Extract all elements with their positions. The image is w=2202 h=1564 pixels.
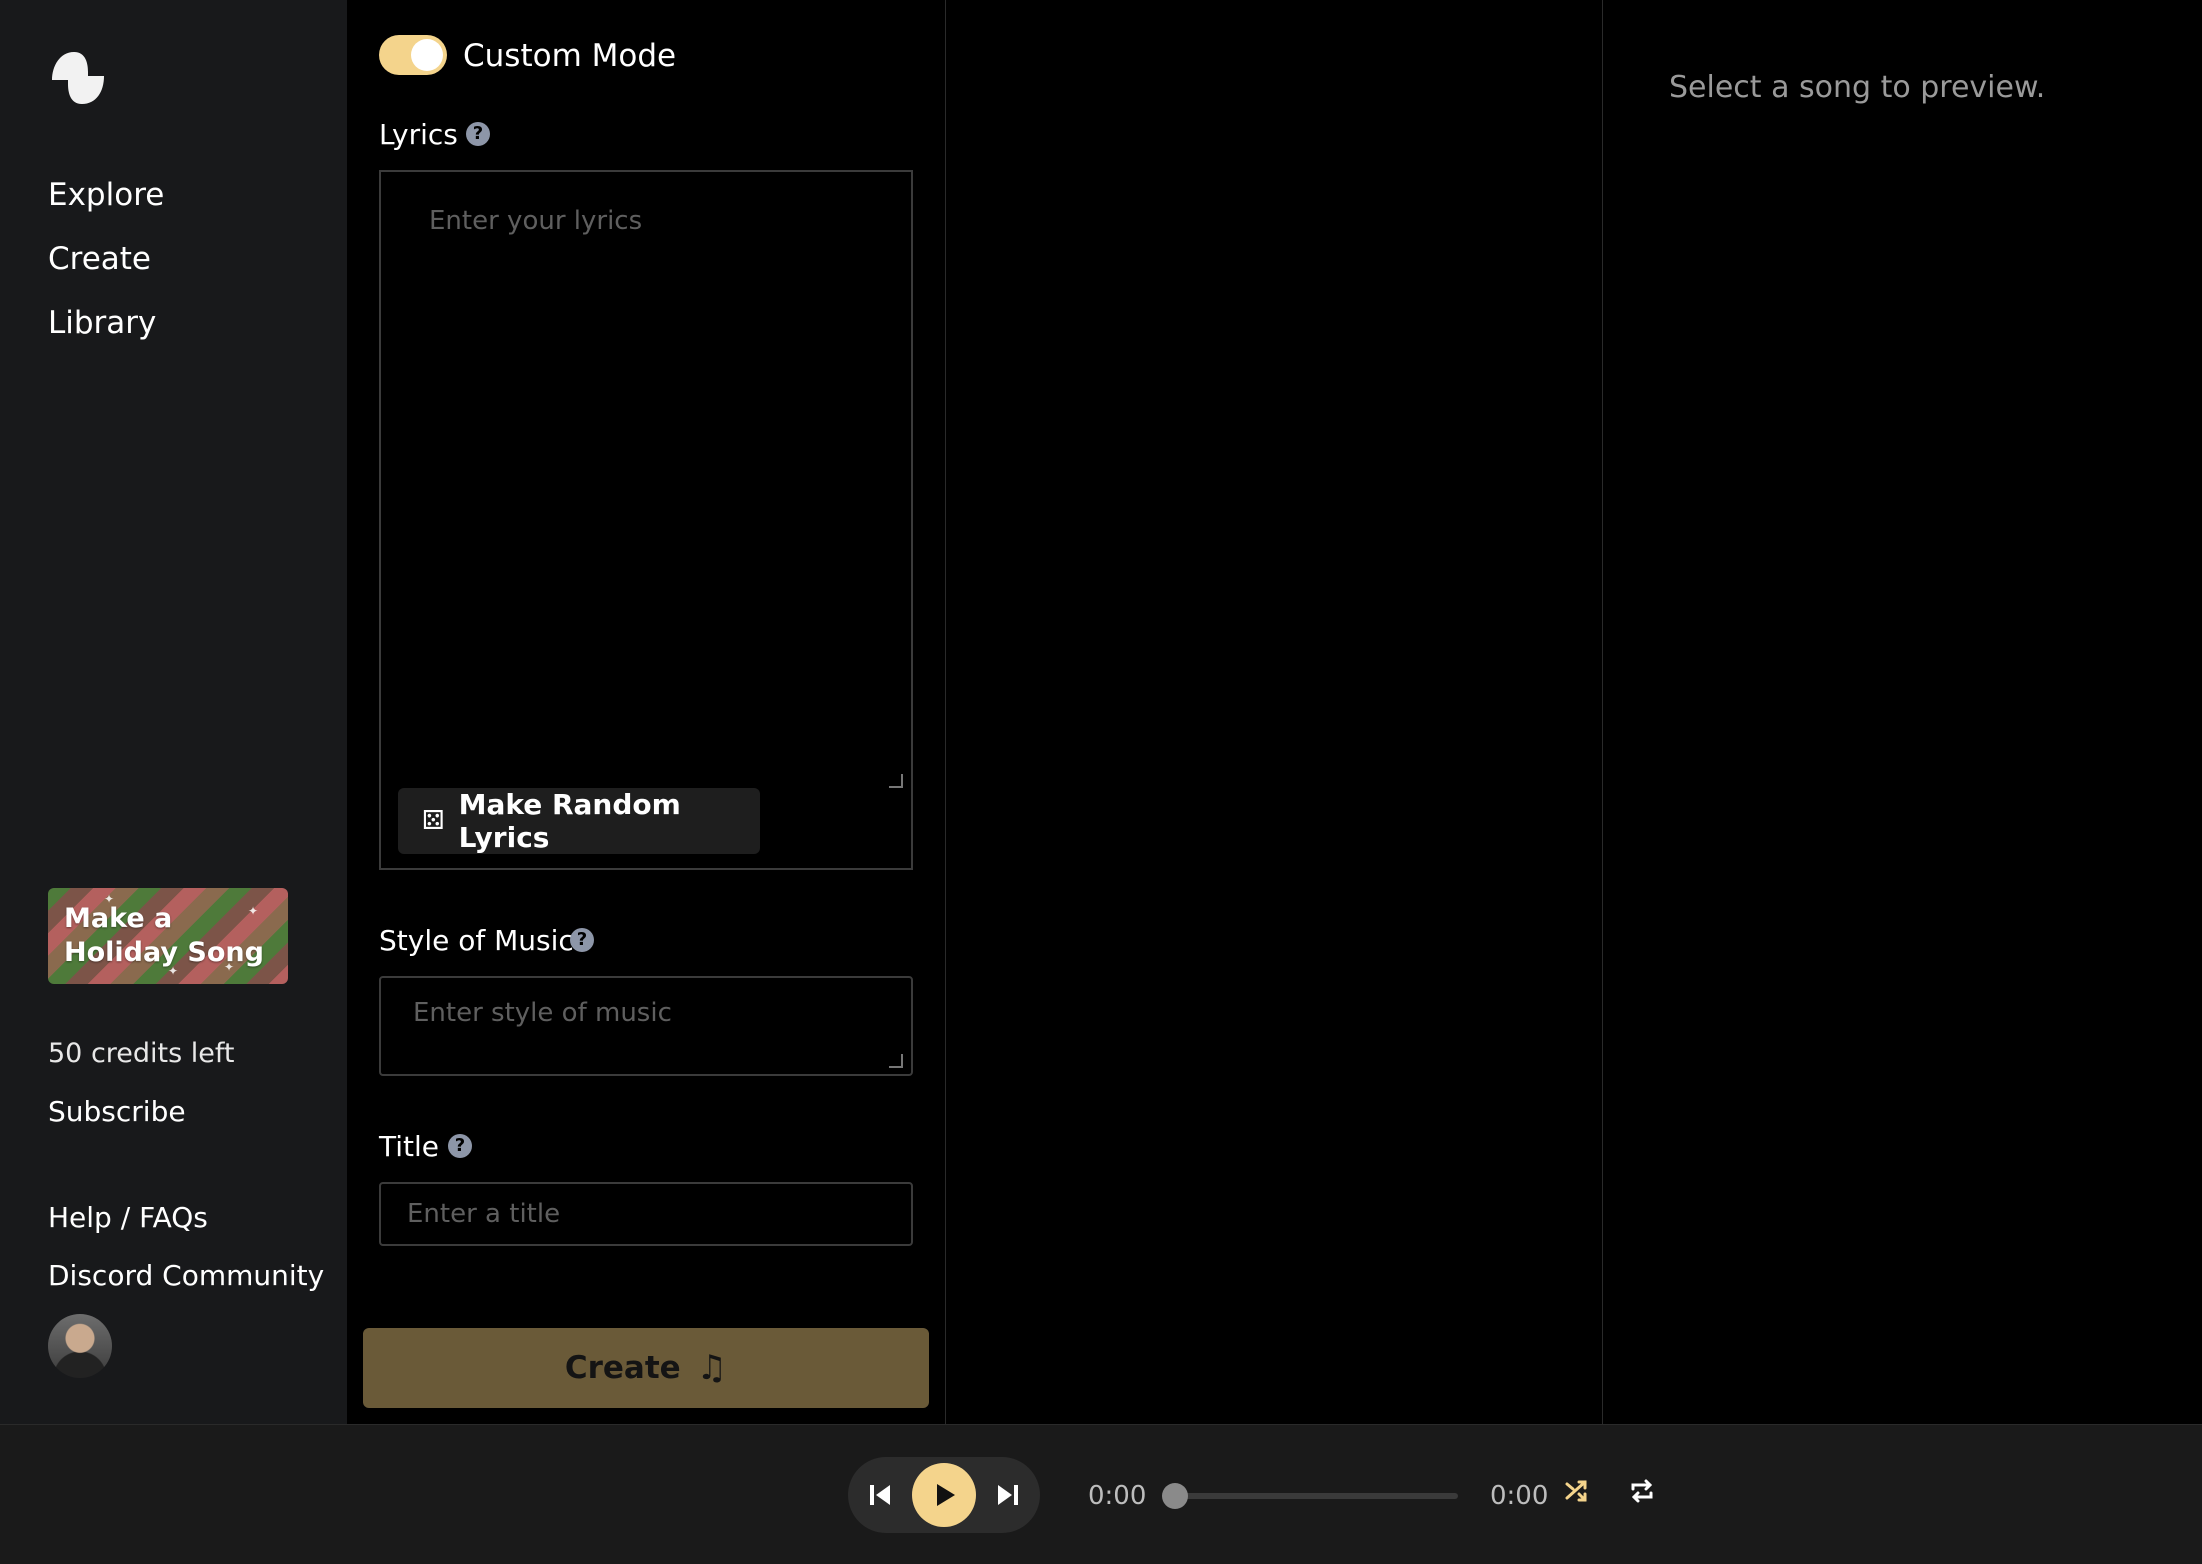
title-label: Title <box>379 1130 440 1163</box>
style-label: Style of Music <box>379 924 574 957</box>
sparkle-icon: ✦ <box>248 904 259 918</box>
discord-community-link[interactable]: Discord Community <box>48 1259 324 1292</box>
title-input[interactable] <box>379 1182 913 1246</box>
style-box <box>379 976 913 1076</box>
sparkle-icon: ✦ <box>168 964 179 978</box>
custom-mode-label: Custom Mode <box>463 38 677 74</box>
nav-create[interactable]: Create <box>48 241 151 277</box>
title-help-icon[interactable]: ? <box>448 1134 472 1158</box>
lyrics-label: Lyrics <box>379 118 458 151</box>
preview-empty-text: Select a song to preview. <box>1669 70 2046 105</box>
nav-explore[interactable]: Explore <box>48 177 164 213</box>
music-note-icon: ♫ <box>696 1348 728 1388</box>
credits-left: 50 credits left <box>48 1038 235 1069</box>
resize-handle-icon[interactable] <box>889 1054 903 1068</box>
holiday-song-promo[interactable]: Make a Holiday Song ✦ ✦ ✦ ✦ <box>48 888 288 984</box>
current-time: 0:00 <box>1088 1481 1147 1511</box>
custom-mode-toggle[interactable] <box>379 35 447 75</box>
style-help-icon[interactable]: ? <box>570 928 594 952</box>
style-textarea[interactable] <box>381 978 911 1074</box>
make-random-lyrics-label: Make Random Lyrics <box>458 788 681 854</box>
subscribe-link[interactable]: Subscribe <box>48 1095 186 1128</box>
holiday-song-label: Make a Holiday Song <box>64 903 264 968</box>
nav-library[interactable]: Library <box>48 305 156 341</box>
player-bar: 0:00 0:00 <box>0 1424 2202 1564</box>
help-faqs-link[interactable]: Help / FAQs <box>48 1201 208 1234</box>
create-button-label: Create <box>564 1350 681 1386</box>
preview-panel: Select a song to preview. <box>1602 0 2202 1424</box>
sidebar: Explore Create Library Make a Holiday So… <box>0 0 347 1424</box>
lyrics-textarea[interactable] <box>381 172 911 792</box>
sparkle-icon: ✦ <box>104 892 115 906</box>
toggle-knob <box>411 39 443 71</box>
playback-controls <box>848 1457 1040 1533</box>
shuffle-icon[interactable] <box>1564 1477 1592 1505</box>
suno-logo-icon[interactable] <box>46 46 110 110</box>
play-icon[interactable] <box>912 1463 976 1527</box>
user-avatar[interactable] <box>48 1314 112 1378</box>
create-button[interactable]: Create ♫ <box>363 1328 929 1408</box>
dice-icon: ⚄ <box>422 806 445 836</box>
resize-handle-icon[interactable] <box>889 774 903 788</box>
progress-track[interactable] <box>1166 1493 1458 1499</box>
progress-thumb[interactable] <box>1162 1483 1188 1509</box>
lyrics-help-icon[interactable]: ? <box>466 122 490 146</box>
sparkle-icon: ✦ <box>224 960 235 974</box>
app-root: Explore Create Library Make a Holiday So… <box>0 0 2202 1564</box>
make-random-lyrics-button[interactable]: ⚄ Make Random Lyrics <box>398 788 760 854</box>
repeat-icon[interactable] <box>1628 1477 1656 1505</box>
song-list-panel <box>947 0 1602 1424</box>
lyrics-box: ⚄ Make Random Lyrics <box>379 170 913 870</box>
previous-icon[interactable] <box>848 1463 912 1527</box>
duration-time: 0:00 <box>1490 1481 1549 1511</box>
next-icon[interactable] <box>976 1463 1040 1527</box>
